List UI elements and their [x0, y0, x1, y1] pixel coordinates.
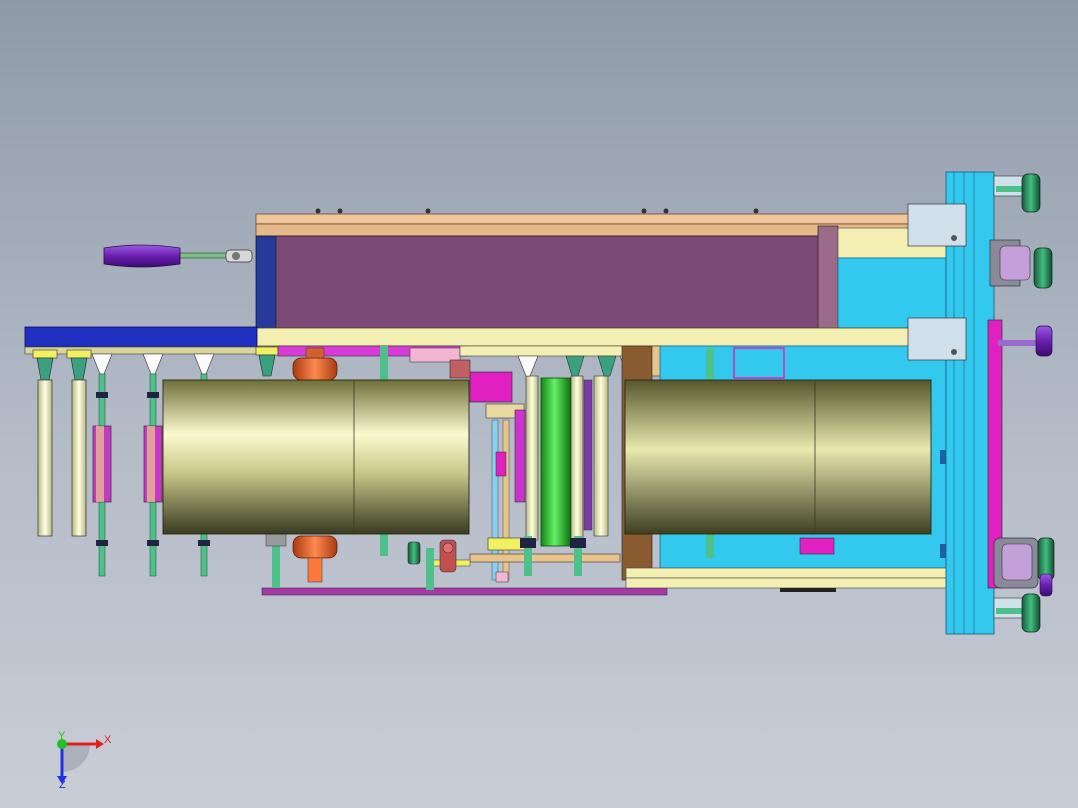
bolt-icon	[663, 208, 669, 214]
hopper-end-plate	[817, 225, 839, 331]
green-roller	[540, 377, 572, 547]
nozzle	[142, 353, 164, 375]
top-rail	[255, 213, 919, 225]
blue-beam	[24, 326, 258, 348]
nozzle	[255, 346, 279, 377]
bolt-icon	[315, 208, 321, 214]
cream-beam	[255, 327, 947, 347]
nozzle	[193, 353, 215, 375]
main-roller-right	[624, 379, 932, 535]
cad-viewport[interactable]: X Y Z	[0, 0, 1078, 808]
guide-rod	[71, 379, 87, 537]
handwheel-small	[407, 541, 421, 565]
machine-assembly-drawing: X Y Z	[24, 171, 1055, 791]
bolt-icon	[425, 208, 431, 214]
top-hopper-assembly	[255, 208, 947, 347]
handle-grip	[103, 244, 181, 268]
nozzle	[66, 349, 92, 381]
cyan-upper-box	[837, 257, 947, 329]
knob-motor-lower	[993, 537, 1055, 597]
hopper-panel	[275, 235, 822, 329]
adjustment-handle	[103, 244, 253, 268]
right-section	[621, 345, 947, 592]
magenta-block	[469, 371, 513, 403]
z-axis-label: Z	[59, 779, 66, 791]
nozzle	[91, 353, 113, 375]
guide-rod	[37, 379, 53, 537]
x-axis-label: X	[104, 734, 112, 746]
bolt-icon	[753, 208, 759, 214]
knob-motor-upper	[989, 239, 1053, 289]
hopper-side-plate	[255, 235, 279, 329]
main-roller-left	[162, 379, 470, 535]
y-axis-label: Y	[58, 730, 66, 742]
nozzle	[32, 349, 58, 381]
bearing-lower-left	[292, 535, 338, 583]
valve	[439, 539, 457, 573]
bolt-icon	[641, 208, 647, 214]
knob-purple	[998, 325, 1053, 357]
axis-triad[interactable]: X Y Z	[57, 730, 112, 791]
bolt-icon	[337, 208, 343, 214]
